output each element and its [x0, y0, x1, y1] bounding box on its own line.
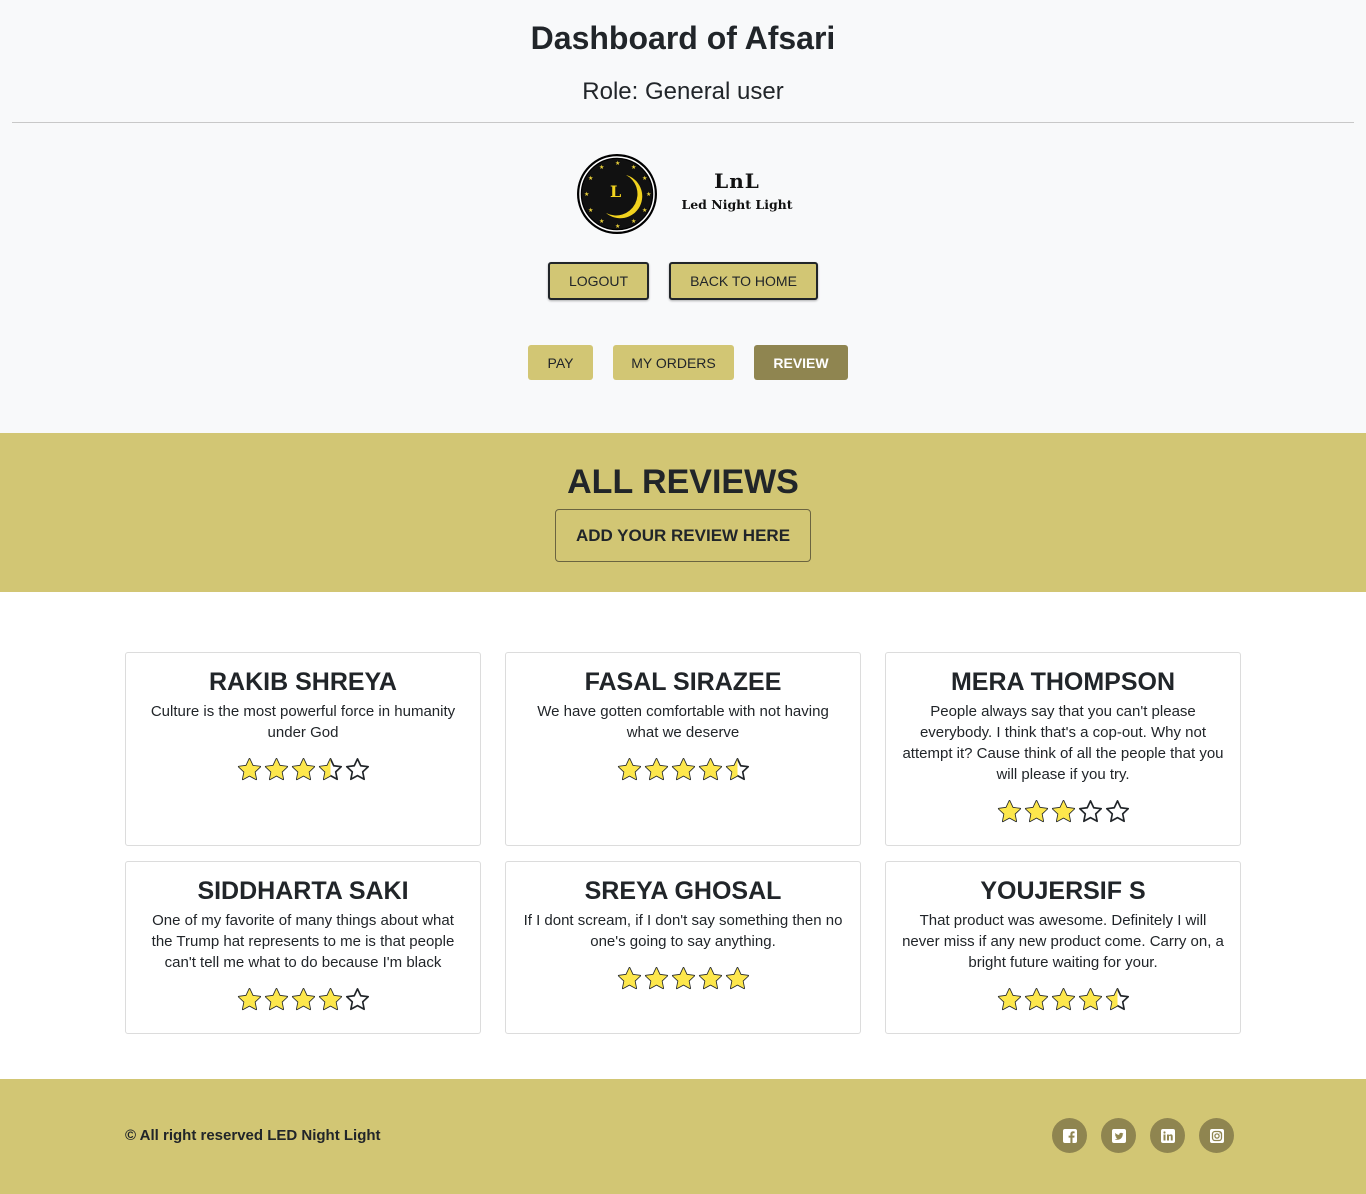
review-text: One of my favorite of many things about … [151, 912, 455, 971]
instagram-icon [1209, 1128, 1224, 1143]
star-empty-icon [345, 758, 369, 781]
reviewer-name: SIDDHARTA SAKI [197, 877, 409, 905]
star-full-icon [237, 758, 261, 781]
svg-text:★: ★ [588, 207, 593, 214]
star-full-icon [1078, 988, 1102, 1011]
review-card: MERA THOMPSON People always say that you… [885, 652, 1241, 846]
star-full-icon [291, 758, 315, 781]
reviewer-name: YOUJERSIF S [980, 877, 1146, 905]
tab-pay[interactable]: PAY [528, 345, 593, 380]
tab-review[interactable]: REVIEW [754, 345, 848, 380]
star-full-icon [997, 800, 1021, 823]
star-full-icon [725, 967, 749, 990]
star-full-icon [291, 988, 315, 1011]
svg-text:L: L [610, 182, 621, 201]
reviews-banner: ALL REVIEWS ADD YOUR REVIEW HERE [0, 433, 1366, 592]
svg-text:★: ★ [584, 191, 589, 198]
facebook-icon [1062, 1128, 1077, 1143]
review-card: SIDDHARTA SAKI One of my favorite of man… [125, 861, 481, 1034]
star-full-icon [1051, 800, 1075, 823]
brand-logo: ★ ★ ★ ★ ★ ★ ★ ★ ★ ★ ★ ★ L LnL Led Night Light [576, 153, 806, 235]
reviewer-name: MERA THOMPSON [950, 668, 1176, 696]
svg-text:★: ★ [631, 218, 636, 225]
star-full-icon [617, 758, 641, 781]
moon-logo-icon: ★ ★ ★ ★ ★ ★ ★ ★ ★ ★ ★ ★ L [577, 154, 657, 234]
header-divider [12, 122, 1354, 123]
reviewer-name: SREYA GHOSAL [584, 877, 782, 905]
user-role: Role: General user [582, 78, 784, 105]
star-full-icon [1024, 800, 1048, 823]
star-full-icon [318, 988, 342, 1011]
star-full-icon [264, 988, 288, 1011]
svg-text:★: ★ [599, 164, 604, 171]
facebook-link[interactable] [1052, 1118, 1087, 1153]
reviewer-name: FASAL SIRAZEE [584, 668, 782, 696]
star-full-icon [1024, 988, 1048, 1011]
review-text: Culture is the most powerful force in hu… [150, 703, 456, 741]
review-card: FASAL SIRAZEE We have gotten comfortable… [505, 652, 861, 846]
add-review-button[interactable]: ADD YOUR REVIEW HERE [555, 509, 811, 562]
back-to-home-button[interactable]: BACK TO HOME [669, 262, 818, 300]
star-full-icon [644, 967, 668, 990]
star-empty-icon [345, 988, 369, 1011]
review-text: That product was awesome. Definitely I w… [902, 912, 1224, 971]
linkedin-link[interactable] [1150, 1118, 1185, 1153]
star-rating [520, 966, 846, 991]
star-full-icon [671, 967, 695, 990]
instagram-link[interactable] [1199, 1118, 1234, 1153]
star-full-icon [1051, 988, 1075, 1011]
review-text: If I dont scream, if I don't say somethi… [523, 912, 843, 950]
review-card: RAKIB SHREYA Culture is the most powerfu… [125, 652, 481, 846]
star-empty-icon [1105, 800, 1129, 823]
star-full-icon [617, 967, 641, 990]
star-full-icon [264, 758, 288, 781]
review-text: We have gotten comfortable with not havi… [537, 703, 829, 741]
svg-text:★: ★ [642, 175, 647, 182]
star-empty-icon [1078, 800, 1102, 823]
star-full-icon [671, 758, 695, 781]
review-text: People always say that you can't please … [902, 703, 1224, 783]
reviewer-name: RAKIB SHREYA [208, 668, 397, 696]
svg-text:★: ★ [642, 207, 647, 214]
star-half-icon [725, 758, 749, 781]
logout-button[interactable]: LOGOUT [548, 262, 649, 300]
star-rating [900, 987, 1226, 1012]
star-half-icon [1105, 988, 1129, 1011]
star-rating [140, 987, 466, 1012]
page-title: Dashboard of Afsari [530, 20, 836, 56]
tab-my-orders[interactable]: MY ORDERS [613, 345, 734, 380]
dashboard-header: Dashboard of Afsari Role: General user ★… [0, 0, 1366, 433]
review-card: SREYA GHOSAL If I dont scream, if I don'… [505, 861, 861, 1034]
star-full-icon [997, 988, 1021, 1011]
copyright-text: © All right reserved LED Night Light [125, 1127, 381, 1144]
star-rating [520, 757, 846, 782]
star-rating [900, 799, 1226, 824]
star-full-icon [698, 758, 722, 781]
twitter-link[interactable] [1101, 1118, 1136, 1153]
review-card: YOUJERSIF S That product was awesome. De… [885, 861, 1241, 1034]
svg-text:★: ★ [588, 175, 593, 182]
svg-text:★: ★ [646, 191, 651, 198]
svg-text:★: ★ [615, 223, 620, 230]
star-full-icon [644, 758, 668, 781]
reviews-title: ALL REVIEWS [567, 463, 799, 501]
svg-text:★: ★ [599, 218, 604, 225]
twitter-icon [1111, 1128, 1126, 1143]
star-half-icon [318, 758, 342, 781]
star-full-icon [237, 988, 261, 1011]
logo-fullname: Led Night Light [681, 197, 793, 212]
star-rating [140, 757, 466, 782]
star-full-icon [698, 967, 722, 990]
linkedin-icon [1160, 1128, 1175, 1143]
svg-text:★: ★ [631, 164, 636, 171]
svg-text:★: ★ [615, 160, 620, 167]
logo-abbreviation: LnL [714, 169, 760, 193]
